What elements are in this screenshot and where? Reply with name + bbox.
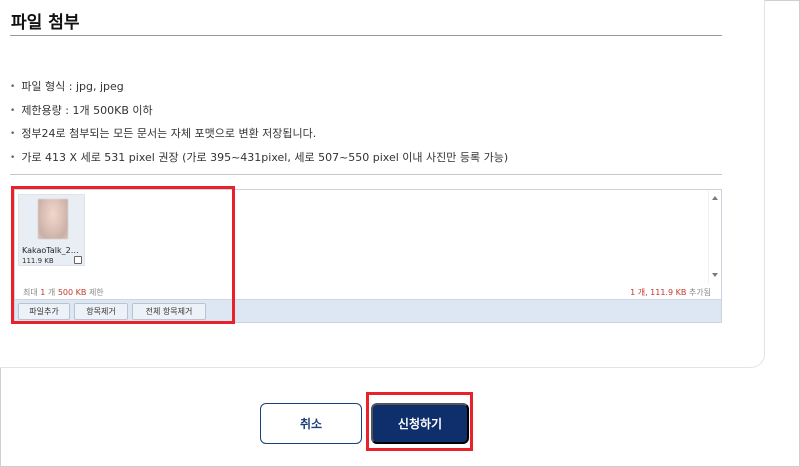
total-suffix: 추가됨 — [688, 288, 711, 297]
guide-divider — [10, 174, 722, 175]
guide-list: • 파일 형식 : jpg, jpeg • 제한용량 : 1개 500KB 이하… — [10, 80, 508, 174]
guide-text: 파일 형식 : jpg, jpeg — [21, 80, 124, 93]
remove-item-button[interactable]: 항목제거 — [74, 303, 128, 320]
attachment-panel: 파일 첨부 • 파일 형식 : jpg, jpeg • 제한용량 : 1개 50… — [0, 0, 765, 368]
file-size: 111.9 KB — [22, 257, 54, 265]
upload-limit-text: 최대 1 개 500 KB 제한 — [23, 287, 104, 298]
apply-button[interactable]: 신청하기 — [371, 403, 469, 444]
file-select-checkbox[interactable] — [74, 256, 82, 264]
guide-item: • 정부24로 첨부되는 모든 문서는 자체 포맷으로 변환 저장됩니다. — [10, 127, 508, 151]
bullet-icon: • — [10, 82, 16, 92]
file-list-scrollbar[interactable] — [708, 190, 721, 283]
limit-unit: 개 — [47, 288, 56, 297]
title-divider — [10, 35, 722, 36]
bullet-icon: • — [10, 129, 16, 139]
file-uploader: KakaoTalk_2… 111.9 KB 최대 1 개 500 KB 제한 1… — [14, 189, 722, 323]
guide-item: • 파일 형식 : jpg, jpeg — [10, 80, 508, 104]
scroll-down-icon[interactable] — [712, 273, 718, 277]
upload-total-text: 1 개, 111.9 KB 추가됨 — [630, 287, 711, 298]
limit-count: 1 — [40, 288, 46, 297]
guide-text: 가로 413 X 세로 531 pixel 권장 (가로 395~431pixe… — [21, 150, 509, 164]
section-title: 파일 첨부 — [11, 13, 80, 33]
bullet-icon: • — [10, 105, 16, 116]
bullet-icon: • — [10, 152, 16, 163]
limit-suffix: 제한 — [88, 288, 104, 297]
file-list-area[interactable]: KakaoTalk_2… 111.9 KB — [15, 190, 709, 283]
total-count: 1 — [630, 288, 636, 297]
add-file-button[interactable]: 파일추가 — [18, 303, 70, 320]
cancel-button[interactable]: 취소 — [260, 403, 362, 444]
total-size: 111.9 KB — [650, 288, 687, 297]
upload-status-bar: 최대 1 개 500 KB 제한 1 개, 111.9 KB 추가됨 — [15, 283, 721, 299]
guide-text: 정부24로 첨부되는 모든 문서는 자체 포맷으로 변환 저장됩니다. — [21, 127, 317, 140]
total-unit: 개, — [637, 288, 648, 297]
file-thumbnail-card[interactable]: KakaoTalk_2… 111.9 KB — [18, 194, 85, 266]
scroll-up-icon[interactable] — [712, 196, 718, 200]
remove-all-items-button[interactable]: 전체 항목제거 — [132, 303, 206, 320]
photo-thumbnail — [38, 199, 68, 239]
limit-prefix: 최대 — [23, 288, 38, 297]
uploader-toolbar: 파일추가 항목제거 전체 항목제거 — [15, 299, 721, 322]
guide-text: 제한용량 : 1개 500KB 이하 — [21, 103, 153, 117]
guide-item: • 제한용량 : 1개 500KB 이하 — [10, 104, 508, 128]
guide-item: • 가로 413 X 세로 531 pixel 권장 (가로 395~431pi… — [10, 151, 508, 175]
limit-size: 500 KB — [57, 288, 87, 297]
file-name: KakaoTalk_2… — [22, 246, 79, 255]
